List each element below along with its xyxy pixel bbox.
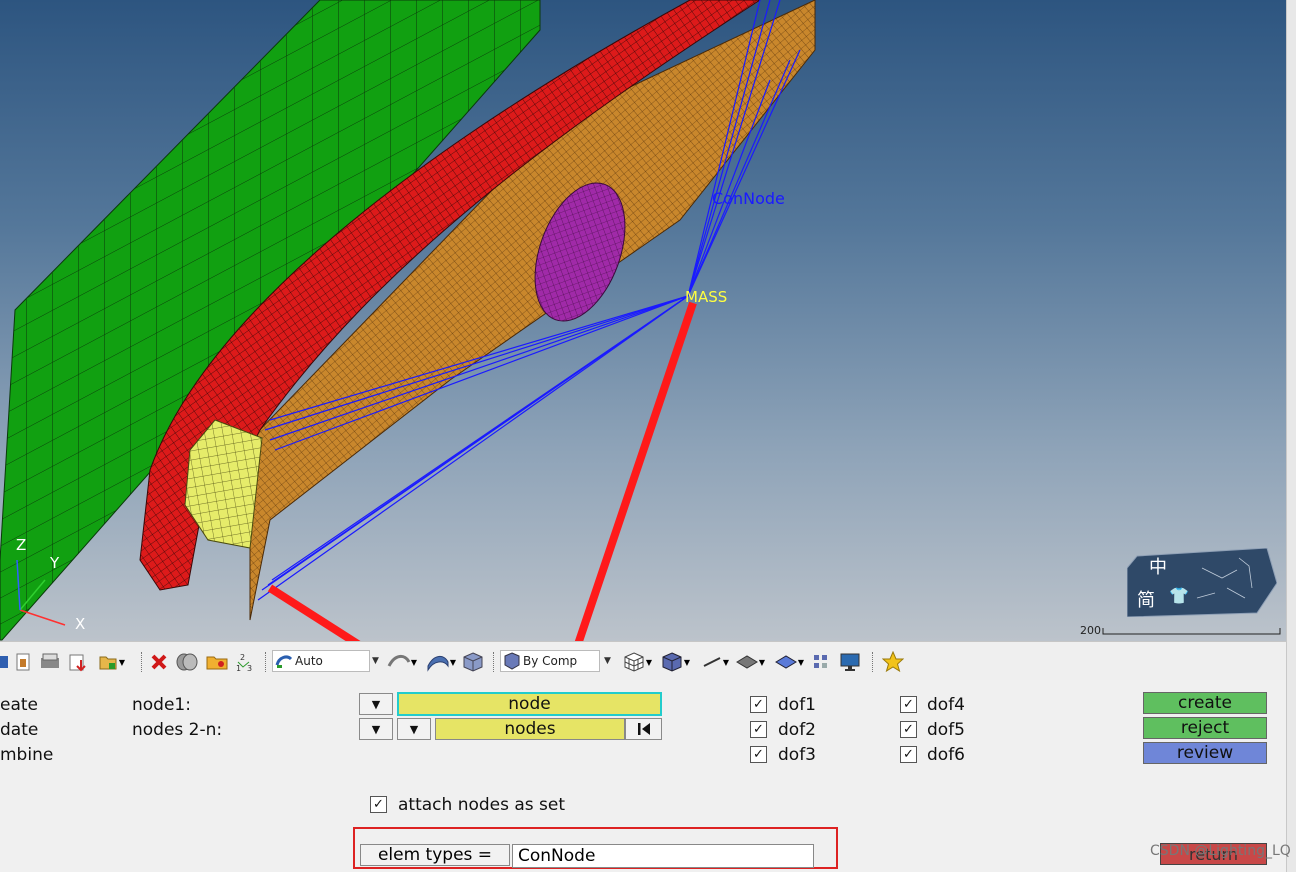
dof1-label: dof1 <box>778 695 816 715</box>
nodes-dropdown[interactable]: ▼ <box>359 718 393 740</box>
open-model-icon[interactable] <box>38 651 62 673</box>
check-icon: ✓ <box>753 722 764 737</box>
selection-mode-value: Auto <box>295 654 323 668</box>
elem-types-field[interactable]: ConNode <box>512 844 814 868</box>
nodes-label: nodes 2-n: <box>132 720 223 740</box>
mesh-cube-icon[interactable]: ▼ <box>618 651 656 673</box>
check-icon: ✓ <box>753 697 764 712</box>
attach-nodes-checkbox[interactable]: ✓ <box>370 796 387 813</box>
dof3-label: dof3 <box>778 745 816 765</box>
review-button[interactable]: review <box>1143 742 1267 764</box>
surface-icon[interactable]: ▼ <box>386 651 418 673</box>
axis-x-label: X <box>75 615 86 633</box>
dof4-checkbox[interactable]: ✓ <box>900 696 917 713</box>
grid-icon[interactable] <box>810 651 832 673</box>
reset-selection-button[interactable] <box>625 718 662 740</box>
attach-nodes-label: attach nodes as set <box>398 795 566 815</box>
nodes-subtype-dropdown[interactable]: ▼ <box>397 718 431 740</box>
vertical-scrollbar[interactable] <box>1286 0 1296 872</box>
create-label: create <box>1178 693 1232 713</box>
nav-glyph-bottom: 简 <box>1137 590 1155 611</box>
dof6-checkbox[interactable]: ✓ <box>900 746 917 763</box>
layer-icon[interactable]: ▼ <box>770 651 808 673</box>
star-icon[interactable] <box>880 651 906 673</box>
check-icon: ✓ <box>373 797 384 812</box>
file-icon[interactable] <box>12 651 34 673</box>
export-icon[interactable]: ▼ <box>94 651 128 673</box>
node1-label: node1: <box>132 695 191 715</box>
connode-label: ConNode <box>712 189 785 208</box>
svg-text:2: 2 <box>240 653 245 662</box>
shaded-surface-icon[interactable]: ▼ <box>424 651 458 673</box>
axis-y-label: Y <box>50 554 60 572</box>
check-icon: ✓ <box>903 697 914 712</box>
svg-text:3: 3 <box>247 664 252 673</box>
chevron-down-icon[interactable]: ▼ <box>372 656 379 666</box>
review-label: review <box>1176 743 1234 763</box>
nav-glyph-top: 中 <box>1149 557 1167 578</box>
menu-combine-partial[interactable]: mbine <box>0 745 53 765</box>
toolbar-separator <box>265 652 268 672</box>
folder-icon[interactable] <box>204 651 230 673</box>
check-icon: ✓ <box>753 747 764 762</box>
skip-back-icon <box>637 723 650 735</box>
chevron-down-icon: ▼ <box>409 722 419 736</box>
menu-update-partial[interactable]: date <box>0 720 38 740</box>
graphics-viewport[interactable]: ConNode MASS Z Y X 中 简 👕 200 <box>0 0 1286 641</box>
numbering-icon[interactable]: 2 13 <box>232 651 258 673</box>
monitor-icon[interactable] <box>836 651 864 673</box>
plane-icon[interactable]: ▼ <box>732 651 768 673</box>
selection-mode-select[interactable]: Auto <box>272 650 370 672</box>
scale-bar: 200 <box>1080 624 1281 637</box>
check-icon: ✓ <box>903 747 914 762</box>
menu-create-partial[interactable]: eate <box>0 695 38 715</box>
check-icon: ✓ <box>903 722 914 737</box>
mask-icon[interactable] <box>174 651 200 673</box>
dof3-checkbox[interactable]: ✓ <box>750 746 767 763</box>
dof4-label: dof4 <box>927 695 965 715</box>
partial-icon[interactable] <box>0 651 10 673</box>
shirt-icon: 👕 <box>1169 586 1189 605</box>
delete-icon[interactable] <box>148 651 170 673</box>
model-scene <box>0 0 816 641</box>
chevron-down-icon[interactable]: ▼ <box>604 656 611 666</box>
elem-types-value: ConNode <box>518 846 596 866</box>
watermark: CSDN @Lighting_LQ <box>1150 843 1291 859</box>
node1-dropdown[interactable]: ▼ <box>359 693 393 715</box>
nodes-selector[interactable]: nodes <box>435 718 625 740</box>
chevron-down-icon: ▼ <box>371 697 381 711</box>
element-cube-icon[interactable]: ▼ <box>656 651 694 673</box>
color-by-select[interactable]: By Comp <box>500 650 600 672</box>
import-icon[interactable] <box>66 651 90 673</box>
solid-cube-icon[interactable] <box>460 651 486 673</box>
elem-types-button[interactable]: elem types = <box>360 844 510 866</box>
dof6-label: dof6 <box>927 745 965 765</box>
toolbar-separator <box>141 652 144 672</box>
elem-types-label: elem types = <box>377 845 493 865</box>
view-cube[interactable]: 中 简 👕 <box>1126 547 1278 618</box>
color-by-value: By Comp <box>523 654 578 668</box>
node1-selector[interactable]: node <box>397 692 662 716</box>
svg-text:1: 1 <box>236 664 241 673</box>
toolbar-separator <box>493 652 496 672</box>
create-button[interactable]: create <box>1143 692 1267 714</box>
toolbar-separator <box>872 652 875 672</box>
dof2-checkbox[interactable]: ✓ <box>750 721 767 738</box>
dof2-label: dof2 <box>778 720 816 740</box>
dof1-checkbox[interactable]: ✓ <box>750 696 767 713</box>
toolbar: ▼ 2 13 Auto ▼ ▼ ▼ By Comp ▼ ▼ ▼ ▼ ▼ ▼ <box>0 641 1286 681</box>
line-icon[interactable]: ▼ <box>698 651 732 673</box>
nodes-selector-text: nodes <box>504 719 556 739</box>
scale-label: 200 <box>1080 624 1101 637</box>
axis-z-label: Z <box>16 536 27 554</box>
node1-selector-text: node <box>508 694 551 714</box>
reject-label: reject <box>1180 718 1230 738</box>
mass-label: MASS <box>685 288 728 306</box>
dof5-checkbox[interactable]: ✓ <box>900 721 917 738</box>
chevron-down-icon: ▼ <box>371 722 381 736</box>
reject-button[interactable]: reject <box>1143 717 1267 739</box>
dof5-label: dof5 <box>927 720 965 740</box>
